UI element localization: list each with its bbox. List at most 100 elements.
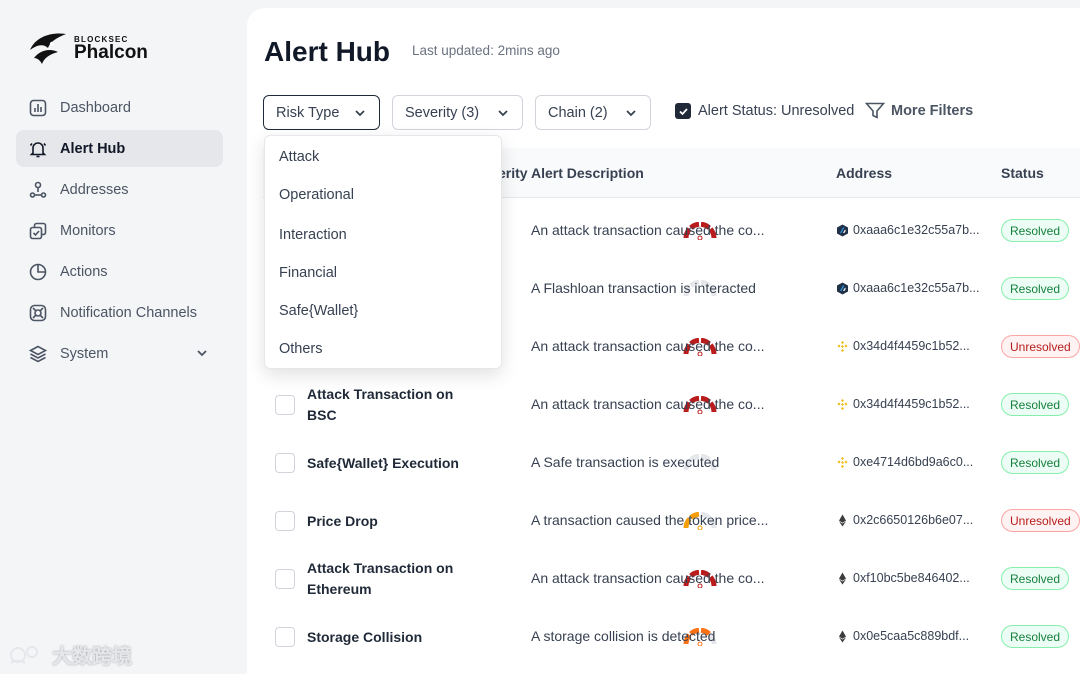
dropdown-option-attack[interactable]: Attack: [279, 149, 319, 165]
row-checkbox[interactable]: [275, 453, 295, 473]
chain-filter-label: Chain (2): [548, 104, 608, 121]
sidebar-item-label: Monitors: [60, 222, 116, 239]
sidebar-nav: Dashboard Alert Hub Addresses Monitors A…: [16, 89, 223, 376]
channel-icon: [29, 304, 47, 321]
sidebar-item-alert-hub[interactable]: Alert Hub: [16, 130, 223, 167]
table-row[interactable]: Attack Transaction on Ethereum An attack …: [263, 550, 1080, 608]
dropdown-option-safe-wallet[interactable]: Safe{Wallet}: [279, 303, 358, 319]
status-badge: Resolved: [1001, 625, 1070, 648]
sidebar-item-addresses[interactable]: Addresses: [16, 171, 223, 208]
alert-description: An attack transaction caused the co...: [531, 570, 765, 586]
table-row[interactable]: Price Drop A transaction caused the token…: [263, 492, 1080, 550]
alert-description: A storage collision is detected: [531, 628, 716, 644]
sidebar-item-label: Alert Hub: [60, 140, 126, 157]
funnel-icon: [865, 102, 885, 119]
column-status[interactable]: Status: [1001, 165, 1044, 181]
alert-description: An attack transaction caused the co...: [531, 396, 765, 412]
alert-description: A transaction caused the token price...: [531, 512, 769, 528]
column-address[interactable]: Address: [836, 165, 892, 181]
bsc-icon: [837, 340, 848, 352]
row-checkbox[interactable]: [275, 569, 295, 589]
chevron-down-icon: [498, 109, 508, 116]
chevron-down-icon[interactable]: [195, 346, 209, 360]
chart-icon: [29, 99, 47, 116]
sidebar-item-monitors[interactable]: Monitors: [16, 212, 223, 249]
status-badge: Resolved: [1001, 451, 1070, 474]
alert-address[interactable]: 0x34d4f4459c1b52...: [836, 339, 986, 353]
page-title: Alert Hub: [264, 36, 390, 67]
alert-description: A Safe transaction is executed: [531, 454, 720, 470]
watermark-logo-icon: [10, 645, 38, 664]
chevron-down-icon: [626, 109, 636, 116]
sidebar-item-actions[interactable]: Actions: [16, 253, 223, 290]
alert-address[interactable]: 0xaaa6c1e32c55a7b...: [836, 281, 986, 295]
row-checkbox[interactable]: [275, 627, 295, 647]
chevron-down-icon: [355, 109, 365, 116]
ethereum-icon: [839, 514, 846, 526]
table-row[interactable]: Attack Transaction on BSC An attack trans…: [263, 376, 1080, 434]
alert-description: A Flashloan transaction is interacted: [531, 280, 756, 296]
bsc-icon: [837, 456, 848, 468]
sidebar-item-notification-channels[interactable]: Notification Channels: [16, 294, 223, 331]
phalcon-logo-icon: [30, 33, 66, 64]
column-severity[interactable]: erity: [498, 165, 528, 181]
sidebar-item-dashboard[interactable]: Dashboard: [16, 89, 223, 126]
watermark: 大数跨境: [8, 640, 132, 669]
table-row[interactable]: Storage Collision A storage collision is …: [263, 608, 1080, 666]
alert-name[interactable]: Safe{Wallet} Execution: [307, 453, 467, 474]
dropdown-option-others[interactable]: Others: [279, 341, 323, 357]
sidebar-item-label: Notification Channels: [60, 304, 198, 321]
check-icon[interactable]: [675, 103, 691, 119]
status-badge: Resolved: [1001, 393, 1070, 416]
sidebar: BLOCKSEC Phalcon Dashboard Alert Hub Add…: [0, 0, 240, 674]
bell-icon: [29, 141, 47, 157]
address-icon: [29, 181, 47, 198]
risk-type-dropdown: Attack Operational Interaction Financial…: [264, 135, 502, 369]
status-badge: Unresolved: [1001, 335, 1080, 358]
alert-address[interactable]: 0xe4714d6bd9a6c0...: [836, 455, 986, 469]
alert-address[interactable]: 0x2c6650126b6e07...: [836, 513, 986, 527]
pie-icon: [29, 263, 47, 280]
row-checkbox[interactable]: [275, 511, 295, 531]
alert-status-checkbox[interactable]: Alert Status: Unresolved: [675, 103, 854, 119]
alert-status-label: Alert Status: Unresolved: [698, 103, 855, 119]
sidebar-item-system[interactable]: System: [16, 335, 223, 372]
alert-address[interactable]: 0x0e5caa5c889bdf...: [836, 629, 986, 643]
more-filters-button[interactable]: More Filters: [865, 102, 973, 120]
monitor-icon: [29, 222, 47, 239]
severity-filter-label: Severity (3): [405, 104, 480, 121]
dropdown-option-interaction[interactable]: Interaction: [279, 227, 347, 243]
status-badge: Unresolved: [1001, 509, 1080, 532]
alert-description: An attack transaction caused the co...: [531, 222, 765, 238]
arbitrum-icon: [837, 282, 848, 294]
column-description[interactable]: Alert Description: [531, 165, 644, 181]
sidebar-item-label: Actions: [60, 263, 108, 280]
alert-address[interactable]: 0xf10bc5be846402...: [836, 571, 986, 585]
brand-name: Phalcon: [74, 41, 148, 63]
alert-name[interactable]: Storage Collision: [307, 627, 467, 648]
row-checkbox[interactable]: [275, 395, 295, 415]
chain-filter[interactable]: Chain (2): [535, 95, 651, 130]
alert-address[interactable]: 0xaaa6c1e32c55a7b...: [836, 223, 986, 237]
risk-type-filter-label: Risk Type: [276, 104, 340, 121]
severity-filter[interactable]: Severity (3): [392, 95, 523, 130]
table-row[interactable]: Safe{Wallet} Execution A Safe transaction…: [263, 434, 1080, 492]
dropdown-option-operational[interactable]: Operational: [279, 187, 354, 203]
ethereum-icon: [839, 630, 846, 642]
alert-name[interactable]: Attack Transaction on Ethereum: [307, 558, 467, 600]
more-filters-label: More Filters: [891, 103, 974, 119]
alert-name[interactable]: Price Drop: [307, 511, 467, 532]
arbitrum-icon: [837, 224, 848, 236]
alert-address[interactable]: 0x34d4f4459c1b52...: [836, 397, 986, 411]
status-badge: Resolved: [1001, 277, 1070, 300]
last-updated-text: Last updated: 2mins ago: [412, 43, 560, 58]
status-badge: Resolved: [1001, 567, 1070, 590]
risk-type-filter[interactable]: Risk Type: [263, 95, 380, 130]
logo[interactable]: BLOCKSEC Phalcon: [28, 30, 148, 66]
ethereum-icon: [839, 572, 846, 584]
dropdown-option-financial[interactable]: Financial: [279, 265, 337, 281]
status-badge: Resolved: [1001, 219, 1070, 242]
sidebar-item-label: Addresses: [60, 181, 129, 198]
layers-icon: [28, 345, 48, 362]
alert-name[interactable]: Attack Transaction on BSC: [307, 384, 467, 426]
